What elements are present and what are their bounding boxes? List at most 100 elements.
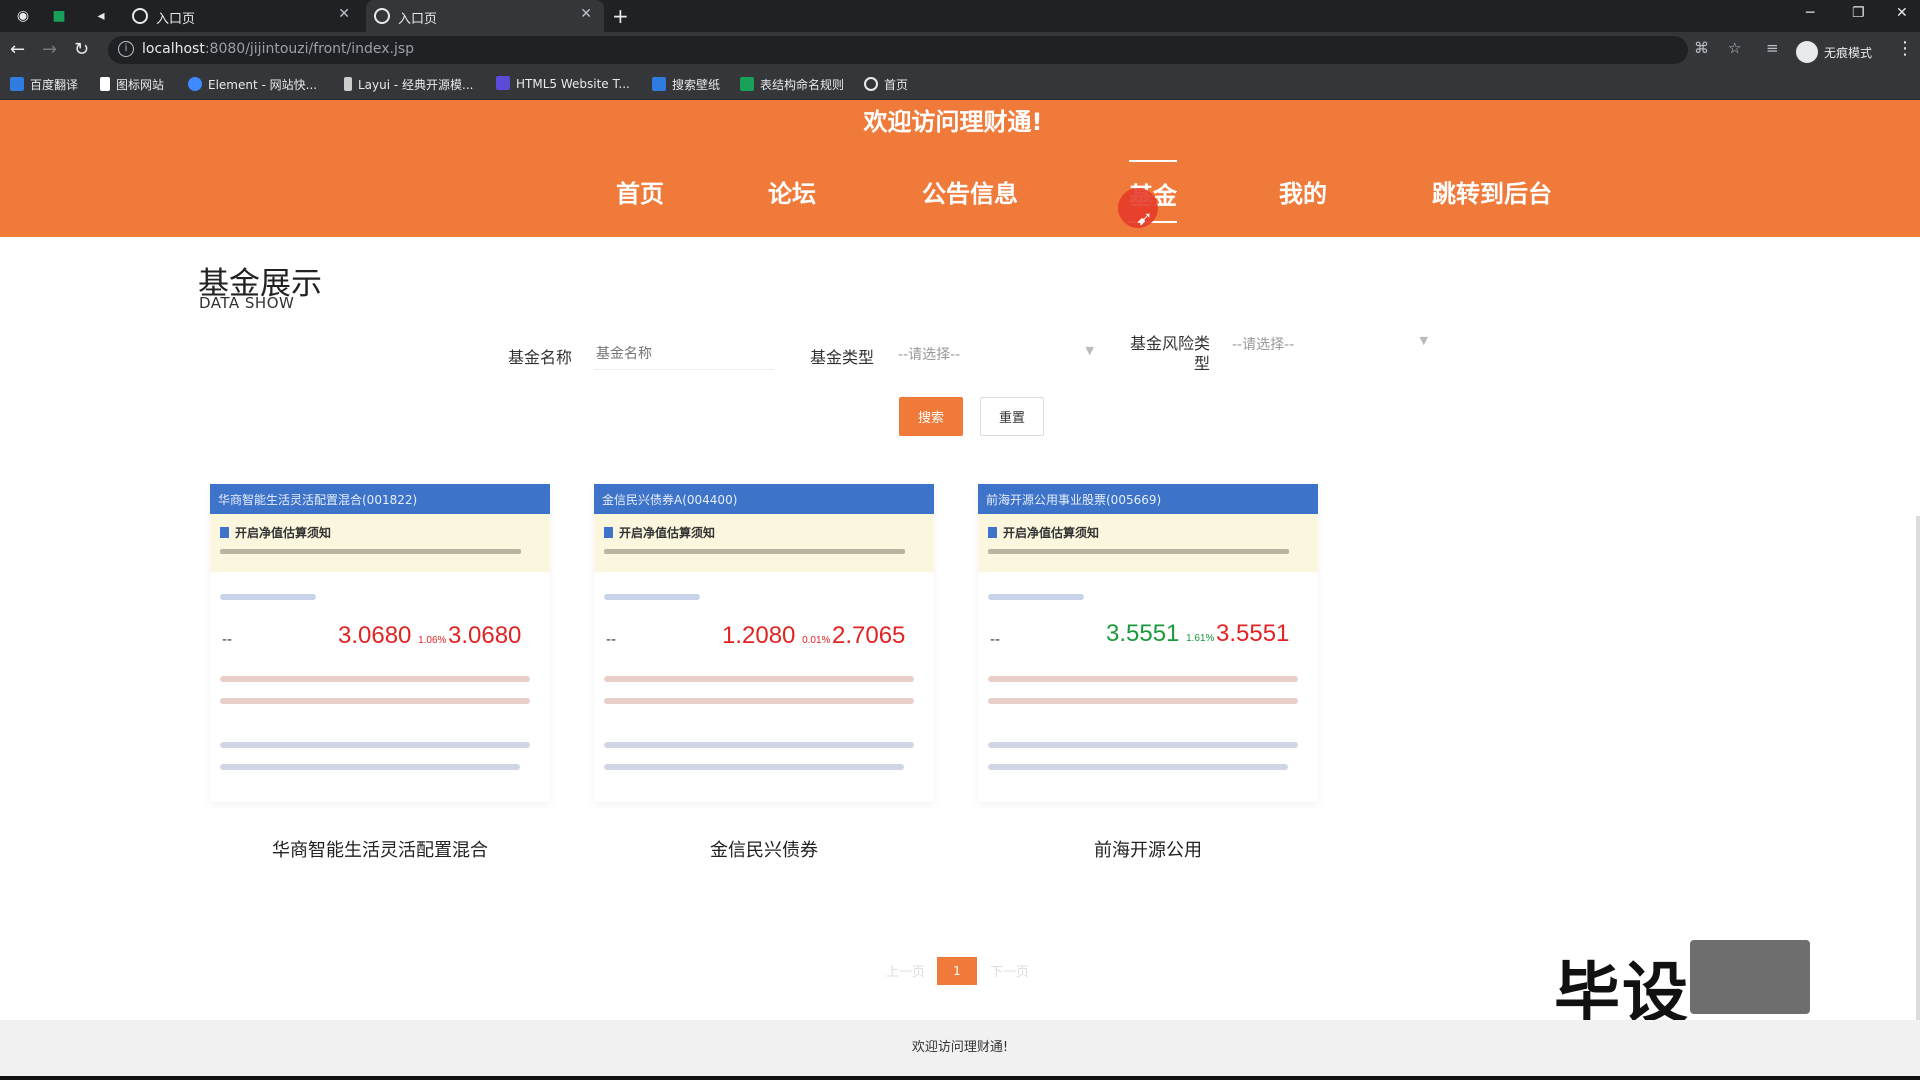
html5-logo-icon	[496, 76, 510, 90]
site-header: 欢迎访问理财通! 首页 论坛 公告信息 基金 我的 跳转到后台	[0, 100, 1920, 237]
fund-notice-text	[988, 549, 1289, 554]
bookmark-item[interactable]: 表结构命名规则	[740, 76, 844, 93]
site-footer: 欢迎访问理财通!	[0, 1020, 1920, 1076]
audio-icon[interactable]: ◂	[92, 7, 110, 25]
fund-estimate-value: --	[222, 632, 233, 648]
fund-name-label: 基金名称	[507, 348, 572, 367]
fund-info-row	[988, 764, 1288, 770]
bottom-edge	[0, 1076, 1920, 1080]
address-bar[interactable]: i localhost:8080/jijintouzi/front/index.…	[108, 36, 1688, 64]
new-tab-icon[interactable]: +	[612, 4, 629, 28]
fund-name[interactable]: 金信民兴债券	[594, 836, 934, 862]
page-scrollbar[interactable]	[1916, 516, 1920, 1020]
chrome-logo-icon[interactable]: ◉	[14, 7, 32, 25]
fund-stat-row	[988, 698, 1298, 704]
fund-acc-value: 2.7065	[832, 622, 906, 649]
fund-card[interactable]: 华商智能生活灵活配置混合(001822) 开启净值估算须知 -- 3.0680 …	[210, 484, 550, 862]
layui-logo-icon	[344, 77, 352, 91]
fund-type-value: --请选择--	[898, 347, 961, 363]
bookmark-item[interactable]: 图标网站	[100, 76, 164, 93]
nav-number: 3.5551	[1106, 620, 1180, 647]
fund-nav-value: 3.5551 1.61%	[1106, 620, 1214, 648]
fund-name[interactable]: 华商智能生活灵活配置混合	[210, 836, 550, 862]
next-page-button[interactable]: 下一页	[990, 961, 1029, 980]
tab-label: 入口页	[156, 12, 196, 27]
fund-stat-row	[604, 698, 914, 704]
browser-tab-2[interactable]: 入口页 ✕	[366, 0, 604, 32]
forward-icon[interactable]: →	[42, 39, 57, 60]
bookmark-item[interactable]: HTML5 Website T...	[496, 76, 630, 91]
window-close-icon[interactable]: ✕	[1896, 5, 1908, 21]
fund-stat-row	[220, 698, 530, 704]
restore-icon[interactable]: ❐	[1852, 5, 1865, 21]
browser-menu-icon[interactable]: ⋮	[1896, 38, 1914, 59]
bookmark-item[interactable]: 百度翻译	[10, 76, 78, 93]
bookmark-label: HTML5 Website T...	[516, 77, 630, 91]
fund-name-input[interactable]	[594, 336, 774, 370]
fund-acc-value: 3.0680	[448, 622, 522, 649]
browser-tab-1[interactable]: 入口页 ✕	[124, 0, 362, 32]
url-path: :8080/jijintouzi/front/index.jsp	[204, 41, 415, 57]
fund-type-select[interactable]: --请选择-- ▼	[898, 336, 1094, 370]
bookmark-item[interactable]: 首页	[864, 76, 908, 93]
back-icon[interactable]: ←	[10, 39, 25, 60]
chevron-down-icon: ▼	[1085, 344, 1094, 357]
fund-card-header: 华商智能生活灵活配置混合(001822)	[210, 484, 550, 514]
fund-screenshot[interactable]: 前海开源公用事业股票(005669) 开启净值估算须知 -- 3.5551 1.…	[978, 484, 1318, 802]
fund-risk-label: 基金风险类型	[1129, 334, 1210, 373]
site-info-icon[interactable]: i	[118, 41, 134, 57]
watermark-blur	[1690, 940, 1810, 1014]
fund-card[interactable]: 金信民兴债券A(004400) 开启净值估算须知 -- 1.2080 0.01%…	[594, 484, 934, 862]
bookmark-item[interactable]: Element - 网站快...	[188, 76, 317, 93]
nav-number: 3.0680	[338, 622, 412, 649]
nav-notices[interactable]: 公告信息	[922, 174, 1018, 209]
fund-nav-value: 3.0680 1.06%	[338, 622, 446, 650]
bookmark-item[interactable]: 搜索壁纸	[652, 76, 720, 93]
reset-button[interactable]: 重置	[980, 397, 1044, 436]
nav-forum[interactable]: 论坛	[768, 174, 816, 209]
footer-text: 欢迎访问理财通!	[911, 1040, 1009, 1055]
fund-screenshot[interactable]: 金信民兴债券A(004400) 开启净值估算须知 -- 1.2080 0.01%…	[594, 484, 934, 802]
browser-tab-bar: ◉ ■ ◂ 入口页 ✕ 入口页 ✕ + ─ ❐ ✕	[0, 0, 1920, 32]
bookmark-label: 图标网站	[116, 78, 165, 92]
nav-admin[interactable]: 跳转到后台	[1432, 174, 1552, 209]
fund-name[interactable]: 前海开源公用	[978, 836, 1318, 862]
bookmark-favicon-icon	[10, 77, 24, 91]
fund-screenshot[interactable]: 华商智能生活灵活配置混合(001822) 开启净值估算须知 -- 3.0680 …	[210, 484, 550, 802]
fund-info-row	[220, 742, 530, 748]
search-button[interactable]: 搜索	[899, 397, 963, 436]
bookmark-label: Element - 网站快...	[208, 78, 318, 92]
close-icon[interactable]: ✕	[580, 6, 592, 22]
fund-info-row	[220, 764, 520, 770]
fund-notice-title: 开启净值估算须知	[604, 524, 924, 541]
nav-change: 1.06%	[418, 635, 447, 646]
fund-nav-value: 1.2080 0.01%	[722, 622, 830, 650]
fund-card-header: 前海开源公用事业股票(005669)	[978, 484, 1318, 514]
current-page[interactable]: 1	[937, 957, 977, 985]
bookmark-item[interactable]: Layui - 经典开源模...	[344, 76, 473, 93]
close-icon[interactable]: ✕	[338, 6, 350, 22]
chevron-down-icon: ▼	[1419, 334, 1428, 347]
url-host: localhost	[142, 41, 205, 57]
fund-estimate-value: --	[990, 632, 1001, 648]
bookmark-star-icon[interactable]: ☆	[1728, 39, 1741, 57]
minimize-icon[interactable]: ─	[1806, 5, 1814, 21]
fund-risk-select[interactable]: --请选择-- ▼	[1232, 326, 1428, 360]
fund-card[interactable]: 前海开源公用事业股票(005669) 开启净值估算须知 -- 3.5551 1.…	[978, 484, 1318, 862]
nav-mine[interactable]: 我的	[1279, 174, 1327, 209]
tab-search-icon[interactable]: ≡	[1766, 39, 1779, 57]
bookmark-label: 首页	[884, 78, 909, 92]
fund-notice: 开启净值估算须知	[210, 514, 550, 572]
fund-label-row	[604, 594, 700, 600]
nav-change: 0.01%	[802, 635, 831, 646]
browser-toolbar: ← → ↻ i localhost:8080/jijintouzi/front/…	[0, 32, 1920, 68]
incognito-icon[interactable]	[1796, 41, 1818, 63]
pinned-app-icon[interactable]: ■	[50, 7, 68, 25]
nav-home[interactable]: 首页	[616, 174, 664, 209]
fund-notice-text	[604, 549, 905, 554]
flag-icon	[100, 77, 110, 91]
prev-page-button[interactable]: 上一页	[886, 961, 925, 980]
incognito-label[interactable]: 无痕模式	[1824, 44, 1872, 61]
translate-icon[interactable]: ⌘	[1694, 39, 1709, 57]
reload-icon[interactable]: ↻	[74, 39, 89, 60]
